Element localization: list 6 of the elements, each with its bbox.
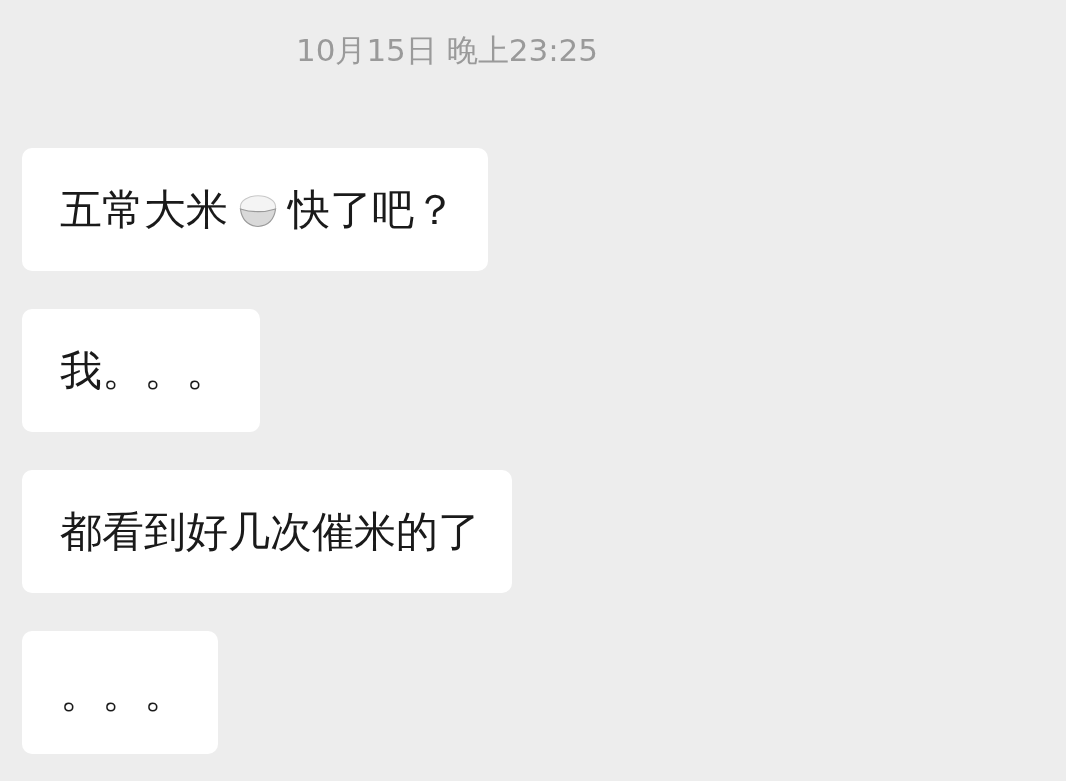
- message-text: 我。。。: [60, 344, 228, 397]
- timestamp: 10月15日 晚上23:25: [294, 31, 600, 70]
- message-text: 五常大米: [60, 183, 228, 236]
- message-text: 。。。: [60, 666, 186, 719]
- message-text: 快了吧？: [288, 183, 456, 236]
- message-text: 都看到好几次催米的了: [60, 505, 480, 558]
